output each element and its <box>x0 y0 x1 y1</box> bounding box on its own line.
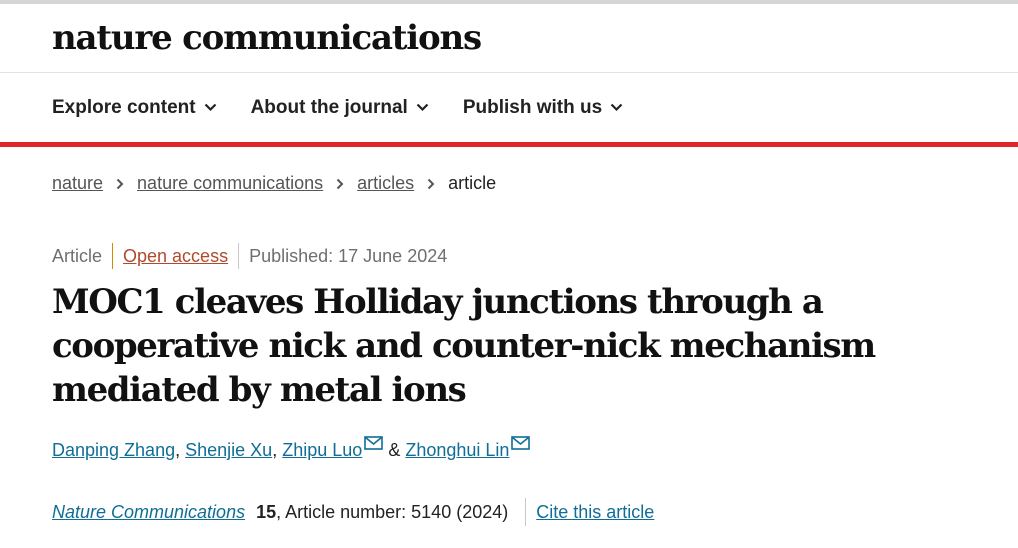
cite-this-article-link[interactable]: Cite this article <box>536 502 654 523</box>
breadcrumb-nature[interactable]: nature <box>52 173 103 194</box>
nav-about-journal[interactable]: About the journal <box>251 97 429 119</box>
article-number: , Article number: 5140 (2024) <box>276 501 509 522</box>
nav-label: About the journal <box>250 96 408 118</box>
main-nav: Explore content About the journal Publis… <box>0 73 1018 147</box>
author-link[interactable]: Shenjie Xu <box>185 440 272 461</box>
nav-explore-content[interactable]: Explore content <box>52 97 217 119</box>
chevron-right-icon <box>427 178 435 190</box>
volume-number: 15 <box>256 501 277 522</box>
divider <box>238 243 240 269</box>
article-title: MOC1 cleaves Holliday junctions through … <box>52 282 876 410</box>
citation-line: Nature Communications 15 , Article numbe… <box>52 498 654 526</box>
divider <box>525 498 527 526</box>
nav-label: Explore content <box>52 96 196 118</box>
chevron-down-icon <box>610 103 623 112</box>
chevron-right-icon <box>116 178 124 190</box>
chevron-down-icon <box>204 103 217 112</box>
breadcrumb: nature nature communications articles ar… <box>52 173 496 194</box>
author-list: Danping Zhang , Shenjie Xu , Zhipu Luo &… <box>52 436 531 461</box>
chevron-right-icon <box>336 178 344 190</box>
article-meta: Article Open access Published: 17 June 2… <box>52 243 447 269</box>
author-link[interactable]: Zhipu Luo <box>282 440 362 461</box>
site-header: nature communications <box>0 4 1018 73</box>
breadcrumb-articles[interactable]: articles <box>357 173 414 194</box>
mail-icon[interactable] <box>364 436 384 450</box>
divider <box>112 243 114 269</box>
author-joiner: & <box>388 440 401 460</box>
nav-label: Publish with us <box>462 96 603 118</box>
breadcrumb-current: article <box>448 173 497 193</box>
nav-publish-with-us[interactable]: Publish with us <box>463 97 623 119</box>
chevron-down-icon <box>416 103 429 112</box>
author-link[interactable]: Danping Zhang <box>52 440 175 461</box>
site-logo[interactable]: nature communications <box>52 21 482 55</box>
published-date: Published: 17 June 2024 <box>249 245 448 266</box>
journal-link[interactable]: Nature Communications <box>52 502 245 523</box>
breadcrumb-nature-communications[interactable]: nature communications <box>137 173 323 194</box>
author-link[interactable]: Zhonghui Lin <box>405 440 509 461</box>
open-access-link[interactable]: Open access <box>123 246 228 267</box>
article-type: Article <box>52 245 103 266</box>
mail-icon[interactable] <box>511 436 531 450</box>
